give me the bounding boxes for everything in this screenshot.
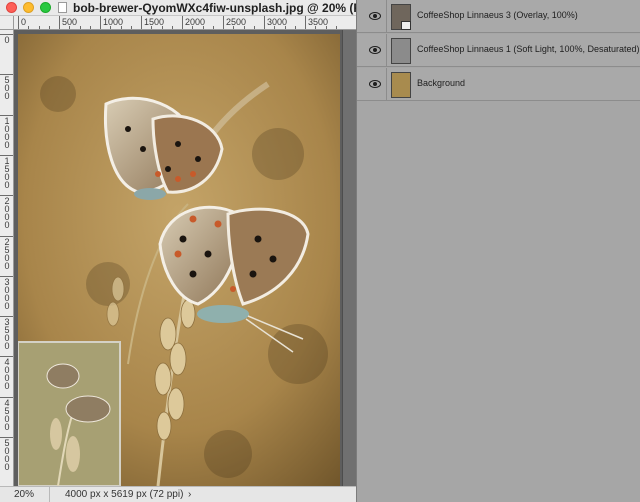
ruler-label: 1500 bbox=[4, 155, 10, 190]
ruler-label: 2500 bbox=[4, 236, 10, 271]
layer-row[interactable]: CoffeeShop Linnaeus 3 (Overlay, 100%) bbox=[357, 0, 640, 33]
document-title: bob-brewer-QyomWXc4fiw-unsplash.jpg @ 20… bbox=[73, 1, 373, 15]
ruler-label: 2000 bbox=[4, 196, 10, 231]
visibility-eye-icon[interactable] bbox=[369, 78, 381, 90]
ruler-label: 4500 bbox=[4, 397, 10, 432]
ruler-label: 0 bbox=[21, 17, 27, 27]
ruler-tick bbox=[141, 16, 142, 29]
ruler-tick bbox=[100, 16, 101, 29]
visibility-eye-icon[interactable] bbox=[369, 10, 381, 22]
layer-separator bbox=[386, 68, 387, 101]
butterfly-photo-image bbox=[18, 34, 340, 486]
document-info: 4000 px x 5619 px (72 ppi) bbox=[65, 489, 184, 500]
layer-name: Background bbox=[417, 78, 466, 88]
layer-row[interactable]: Background bbox=[357, 68, 640, 101]
document-icon bbox=[58, 2, 67, 13]
layer-row[interactable]: CoffeeShop Linnaeus 1 (Soft Light, 100%,… bbox=[357, 34, 640, 67]
ruler-label: 3500 bbox=[4, 317, 10, 352]
layer-name: CoffeeShop Linnaeus 1 (Soft Light, 100%,… bbox=[417, 44, 640, 54]
visibility-eye-icon[interactable] bbox=[369, 44, 381, 56]
canvas-area[interactable] bbox=[14, 30, 356, 486]
ruler-tick bbox=[59, 16, 60, 29]
layers-panel: CoffeeShop Linnaeus 3 (Overlay, 100%) Co… bbox=[356, 0, 640, 502]
navigator-preview bbox=[18, 341, 121, 486]
ruler-label: 1000 bbox=[4, 115, 10, 150]
horizontal-ruler[interactable]: 0 500 1000 1500 2000 2500 3000 3500 bbox=[14, 16, 356, 30]
ruler-origin[interactable] bbox=[0, 16, 14, 30]
ruler-label: 500 bbox=[4, 75, 10, 102]
ruler-tick bbox=[18, 16, 19, 29]
document-window: bob-brewer-QyomWXc4fiw-unsplash.jpg @ 20… bbox=[0, 0, 372, 502]
zoom-window-button[interactable] bbox=[40, 2, 51, 13]
photoshop-workspace: bob-brewer-QyomWXc4fiw-unsplash.jpg @ 20… bbox=[0, 0, 640, 502]
ruler-tick bbox=[182, 16, 183, 29]
layer-name: CoffeeShop Linnaeus 3 (Overlay, 100%) bbox=[417, 10, 578, 20]
layer-separator bbox=[386, 34, 387, 67]
layer-thumbnail bbox=[391, 72, 411, 98]
close-window-button[interactable] bbox=[6, 2, 17, 13]
zoom-level-field[interactable]: 20% bbox=[0, 487, 50, 502]
minimize-window-button[interactable] bbox=[23, 2, 34, 13]
ruler-label: 4000 bbox=[4, 357, 10, 392]
title-bar[interactable]: bob-brewer-QyomWXc4fiw-unsplash.jpg @ 20… bbox=[0, 0, 372, 16]
status-bar: 20% 4000 px x 5619 px (72 ppi) › bbox=[0, 486, 356, 502]
status-menu-arrow-icon[interactable]: › bbox=[188, 487, 191, 502]
document-image[interactable] bbox=[18, 34, 340, 486]
vertical-scrollbar[interactable] bbox=[342, 30, 356, 486]
smart-object-icon bbox=[401, 21, 411, 30]
layer-thumbnail bbox=[391, 38, 411, 64]
ruler-label: 5000 bbox=[4, 438, 10, 472]
ruler-tick bbox=[305, 16, 306, 29]
ruler-tick bbox=[223, 16, 224, 29]
ruler-label: 0 bbox=[4, 35, 10, 45]
layer-thumbnail bbox=[391, 4, 411, 30]
layer-separator bbox=[386, 0, 387, 33]
vertical-ruler[interactable]: 0 500 1000 1500 2000 2500 3000 3500 4000 4500 5000 bbox=[0, 30, 14, 486]
ruler-tick bbox=[264, 16, 265, 29]
ruler-label: 3000 bbox=[4, 276, 10, 311]
